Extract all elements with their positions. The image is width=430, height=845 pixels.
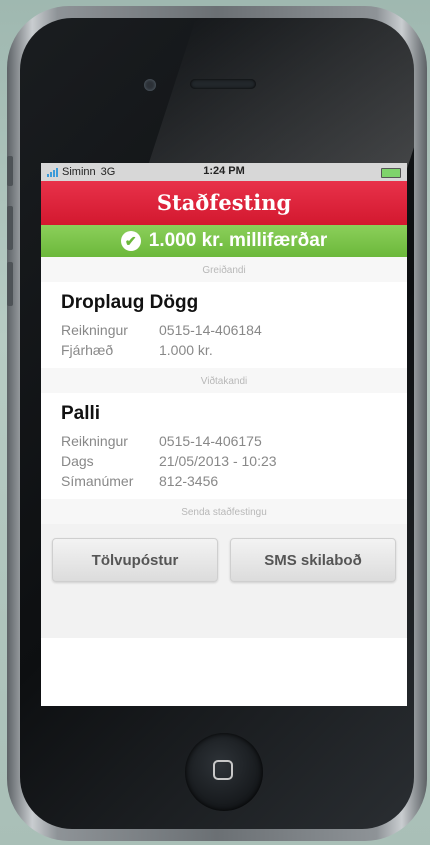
recipient-block: Palli Reikningur 0515-14-406175 Dags 21/… xyxy=(41,393,407,499)
row-label: Fjárhæð xyxy=(61,342,114,358)
sender-block: Droplaug Dögg Reikningur 0515-14-406184 … xyxy=(41,282,407,368)
row-label: Dags xyxy=(61,453,94,469)
recipient-phone-row: Símanúmer 812-3456 xyxy=(61,471,387,491)
status-time: 1:24 PM xyxy=(203,165,245,177)
send-options: Tölvupóstur SMS skilaboð xyxy=(41,524,407,638)
row-label: Símanúmer xyxy=(61,473,134,489)
glass-glare xyxy=(144,18,414,178)
recipient-date-row: Dags 21/05/2013 - 10:23 xyxy=(61,451,387,471)
sender-section-label: Greiðandi xyxy=(41,257,407,282)
sms-button[interactable]: SMS skilaboð xyxy=(230,538,396,582)
home-button[interactable] xyxy=(185,733,263,811)
email-button[interactable]: Tölvupóstur xyxy=(52,538,218,582)
send-confirmation-label: Senda staðfestingu xyxy=(41,499,407,524)
sender-account-row: Reikningur 0515-14-406184 xyxy=(61,320,387,340)
phone-screen: Siminn 3G 1:24 PM Staðfesting ✔ 1.000 kr… xyxy=(41,163,407,706)
row-value: 0515-14-406184 xyxy=(159,322,262,338)
row-value: 1.000 kr. xyxy=(159,342,213,358)
earpiece-speaker xyxy=(190,79,256,89)
battery-icon xyxy=(381,168,401,178)
recipient-account-row: Reikningur 0515-14-406175 xyxy=(61,431,387,451)
recipient-section-label: Viðtakandi xyxy=(41,368,407,393)
page-title: Staðfesting xyxy=(41,181,407,225)
sender-name: Droplaug Dögg xyxy=(61,292,199,313)
front-camera xyxy=(144,79,156,91)
row-label: Reikningur xyxy=(61,322,128,338)
mute-switch xyxy=(7,156,13,186)
success-banner: ✔ 1.000 kr. millifærðar xyxy=(41,225,407,257)
row-value: 0515-14-406175 xyxy=(159,433,262,449)
check-circle-icon: ✔ xyxy=(120,231,141,251)
status-bar: Siminn 3G 1:24 PM xyxy=(41,163,407,181)
recipient-name: Palli xyxy=(61,403,101,424)
row-value: 812-3456 xyxy=(159,473,219,489)
home-square-icon xyxy=(213,760,233,780)
row-label: Reikningur xyxy=(61,433,128,449)
volume-down-button xyxy=(7,262,13,306)
success-message: 1.000 kr. millifærðar xyxy=(148,230,328,251)
sender-amount-row: Fjárhæð 1.000 kr. xyxy=(61,340,387,360)
row-value: 21/05/2013 - 10:23 xyxy=(159,453,277,469)
volume-up-button xyxy=(7,206,13,250)
